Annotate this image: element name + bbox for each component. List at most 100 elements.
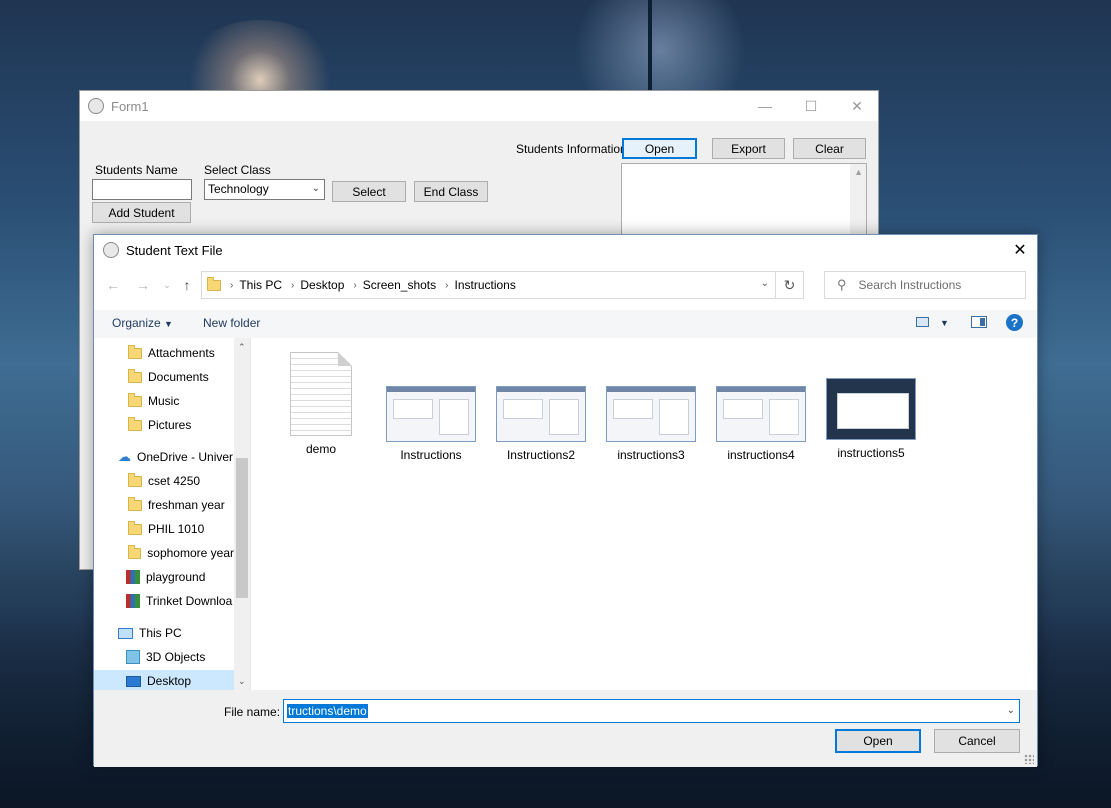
nav-item-3d-objects[interactable]: 3D Objects (94, 646, 234, 668)
maximize-icon[interactable]: ☐ (788, 91, 834, 121)
image-thumbnail-icon (386, 386, 476, 442)
nav-item-pictures[interactable]: Pictures (94, 414, 234, 436)
breadcrumb-this-pc[interactable]: This PC (239, 278, 282, 292)
nav-item-phil-1010[interactable]: PHIL 1010 (94, 518, 234, 540)
folder-icon (207, 276, 221, 291)
navigation-pane: Attachments Documents Music Pictures ☁ On… (94, 338, 250, 690)
scroll-up-icon[interactable]: ▲ (854, 167, 863, 177)
dialog-cancel-button[interactable]: Cancel (934, 729, 1020, 753)
nav-item-freshman-year[interactable]: freshman year (94, 494, 234, 516)
search-box[interactable]: ⚲ Search Instructions (824, 271, 1026, 299)
resize-grip-icon[interactable] (1024, 754, 1034, 764)
file-name: instructions3 (617, 448, 685, 462)
folder-icon (128, 520, 142, 535)
nav-label: sophomore year (147, 546, 234, 560)
nav-label: playground (146, 570, 206, 584)
address-bar[interactable]: › This PC › Desktop › Screen_shots › Ins… (201, 271, 776, 299)
chevron-right-icon: › (230, 279, 234, 291)
close-icon[interactable]: ✕ (834, 91, 880, 121)
new-folder-button[interactable]: New folder (203, 316, 260, 330)
help-icon[interactable]: ? (1006, 314, 1023, 331)
breadcrumb-desktop[interactable]: Desktop (300, 278, 344, 292)
add-student-button[interactable]: Add Student (92, 202, 191, 223)
nav-item-music[interactable]: Music (94, 390, 234, 412)
nav-item-sophomore-year[interactable]: sophomore year (94, 542, 234, 564)
breadcrumb-screen-shots[interactable]: Screen_shots (363, 278, 436, 292)
chevron-down-icon[interactable]: ⌄ (761, 278, 769, 289)
nav-item-attachments[interactable]: Attachments (94, 342, 234, 364)
folder-icon (128, 496, 142, 511)
image-thumbnail-icon (606, 386, 696, 442)
organize-menu[interactable]: Organize ▼ (112, 316, 173, 330)
file-item-instructions3[interactable]: instructions3 (601, 348, 701, 462)
chevron-right-icon: › (445, 279, 449, 291)
nav-item-cset-4250[interactable]: cset 4250 (94, 470, 234, 492)
view-options-icon[interactable] (916, 317, 929, 327)
forward-arrow-icon[interactable]: → (134, 275, 152, 295)
chevron-down-icon[interactable]: ⌄ (1007, 705, 1015, 716)
select-class-label: Select Class (204, 163, 271, 177)
folder-icon (128, 344, 142, 359)
dialog-title: Student Text File (126, 242, 223, 258)
nav-label: Trinket Downloa (146, 594, 233, 608)
search-placeholder: Search Instructions (858, 278, 962, 292)
nav-item-this-pc[interactable]: This PC (94, 622, 234, 644)
students-name-label: Students Name (95, 163, 178, 177)
class-select-value: Technology (208, 182, 269, 196)
back-arrow-icon[interactable]: ← (104, 275, 122, 295)
computer-icon (118, 627, 133, 639)
nav-item-documents[interactable]: Documents (94, 366, 234, 388)
export-button[interactable]: Export (712, 138, 785, 159)
file-name-value: tructions\demo (287, 704, 368, 718)
file-name-input[interactable]: tructions\demo ⌄ (283, 699, 1020, 723)
chevron-right-icon: › (291, 279, 295, 291)
navigation-scrollbar[interactable]: ⌃ ⌄ (234, 338, 250, 690)
up-arrow-icon[interactable]: ↑ (178, 275, 196, 295)
nav-item-trinket-downloads[interactable]: Trinket Downloa (94, 590, 234, 612)
file-list: demo Instructions Instructions2 instruct… (251, 338, 1037, 690)
students-info-label: Students Information (516, 142, 627, 156)
refresh-icon[interactable]: ↻ (776, 271, 804, 299)
preview-pane-icon[interactable] (971, 316, 987, 328)
file-item-instructions5[interactable]: instructions5 (821, 348, 921, 460)
students-name-input[interactable] (92, 179, 192, 200)
students-info-list[interactable]: ▲ (621, 163, 867, 243)
archive-icon (126, 594, 140, 608)
close-icon[interactable]: ✕ (1003, 235, 1037, 265)
nav-item-playground[interactable]: playground (94, 566, 234, 588)
end-class-button[interactable]: End Class (414, 181, 488, 202)
nav-label: This PC (139, 626, 182, 640)
nav-item-desktop[interactable]: Desktop (94, 670, 234, 690)
minimize-icon[interactable]: — (742, 91, 788, 121)
file-item-demo[interactable]: demo (271, 348, 371, 456)
dialog-open-button[interactable]: Open (835, 729, 921, 753)
file-item-instructions2[interactable]: Instructions2 (491, 348, 591, 462)
form1-titlebar[interactable]: Form1 — ☐ ✕ (80, 91, 878, 121)
scrollbar-thumb[interactable] (236, 458, 248, 598)
clear-button[interactable]: Clear (793, 138, 866, 159)
nav-label: freshman year (148, 498, 225, 512)
app-icon (103, 242, 119, 258)
search-icon: ⚲ (837, 277, 847, 292)
file-item-instructions[interactable]: Instructions (381, 348, 481, 462)
file-name: Instructions (400, 448, 462, 462)
nav-label: cset 4250 (148, 474, 201, 488)
dialog-toolbar: Organize ▼ New folder ▼ ? (94, 310, 1037, 338)
scroll-up-icon[interactable]: ⌃ (238, 342, 246, 353)
file-name: demo (305, 442, 337, 456)
scroll-down-icon[interactable]: ⌄ (238, 676, 246, 687)
recent-locations-icon[interactable]: ⌄ (158, 275, 176, 295)
breadcrumb-instructions[interactable]: Instructions (454, 278, 515, 292)
file-name-label: File name: (224, 705, 281, 719)
scrollbar[interactable]: ▲ (850, 164, 866, 242)
nav-item-onedrive[interactable]: ☁ OneDrive - Univer (94, 446, 234, 468)
open-button[interactable]: Open (622, 138, 697, 159)
dialog-footer: File name: tructions\demo ⌄ Open Cancel (94, 690, 1037, 767)
folder-icon (128, 368, 142, 383)
dialog-titlebar[interactable]: Student Text File ✕ (94, 235, 1037, 265)
nav-label: 3D Objects (146, 650, 206, 664)
file-item-instructions4[interactable]: instructions4 (711, 348, 811, 462)
caret-down-icon[interactable]: ▼ (940, 318, 949, 328)
class-select[interactable]: Technology ⌄ (204, 179, 325, 200)
select-button[interactable]: Select (332, 181, 406, 202)
